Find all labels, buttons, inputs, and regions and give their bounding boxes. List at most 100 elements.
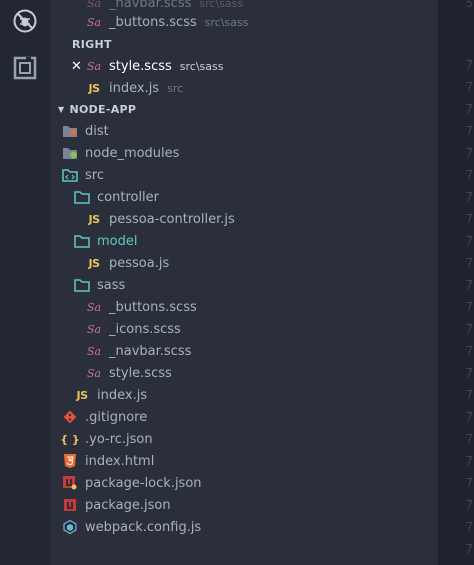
git-icon (62, 409, 78, 425)
npm-icon (62, 497, 78, 513)
tree-item-label: controller (97, 189, 160, 205)
npm-lock-icon (62, 475, 78, 491)
html-icon (62, 453, 78, 469)
line-number: 7 (465, 322, 473, 336)
tree-item[interactable]: Sa _navbar.scss (50, 340, 474, 362)
line-number: 7 (465, 344, 473, 358)
line-number: 7 (465, 58, 473, 72)
line-number: 7 (465, 432, 473, 446)
explorer-panel: Sa _navbar.scss src\sass Sa _buttons.scs… (50, 0, 438, 565)
tree-item-label: _buttons.scss (109, 299, 197, 315)
tree-item-label: index.html (85, 453, 155, 469)
project-header[interactable]: ▼ NODE-APP (50, 98, 446, 120)
tree-item-label: sass (97, 277, 126, 293)
tree-item-label: src (85, 167, 104, 183)
tree-item[interactable]: .gitignore (50, 406, 450, 428)
line-number: 7 (465, 102, 473, 116)
tree-item-label: pessoa-controller.js (109, 211, 235, 227)
tree-item-label: model (97, 233, 138, 249)
tree-item[interactable]: model (50, 230, 462, 252)
tree-item-label: node_modules (85, 145, 180, 161)
tree-item[interactable]: src (50, 164, 450, 186)
tree-item-label: .yo-rc.json (85, 431, 153, 447)
line-number: 7 (465, 168, 473, 182)
line-number: 7 (465, 190, 473, 204)
sass-icon: Sa (86, 322, 102, 336)
line-number: 5 (465, 0, 473, 10)
editor-gutter: 5 7 7 7 7 7 7 7 7 7 7 7 7 7 7 7 7 7 7 7 … (438, 0, 474, 565)
sass-icon: Sa (86, 366, 102, 380)
open-editor-path: src\sass (204, 15, 249, 29)
tree-item-label: _icons.scss (109, 321, 181, 337)
js-icon: JS (88, 256, 100, 270)
line-number: 7 (465, 498, 473, 512)
tree-item[interactable]: JS pessoa-controller.js (50, 208, 474, 230)
line-number: 7 (465, 476, 473, 490)
tree-item[interactable]: Sa _icons.scss (50, 318, 474, 340)
open-editor-label: _buttons.scss (109, 14, 197, 30)
tree-item[interactable]: node_modules (50, 142, 450, 164)
tree-item[interactable]: index.html (50, 450, 450, 472)
tree-item[interactable]: sass (50, 274, 462, 296)
line-number: 7 (465, 300, 473, 314)
line-number: 7 (465, 212, 473, 226)
tree-item-label: dist (85, 123, 109, 139)
line-number: 7 (465, 234, 473, 248)
tree-item-label: pessoa.js (109, 255, 170, 271)
js-icon: JS (76, 388, 88, 402)
folder-node-icon (62, 145, 78, 161)
tree-item-label: index.js (97, 387, 148, 403)
webpack-icon (62, 519, 78, 535)
folder-icon (74, 189, 90, 205)
activity-bar (0, 0, 50, 565)
line-number: 7 (465, 278, 473, 292)
line-number: 7 (465, 80, 473, 94)
folder-dist-icon (62, 123, 78, 139)
open-editor-label: _navbar.scss (109, 0, 192, 11)
tree-item[interactable]: Sa style.scss (50, 362, 474, 384)
open-editor-label: index.js (109, 80, 160, 96)
chevron-down-icon: ▼ (58, 104, 65, 114)
open-editor-item[interactable]: Sa _buttons.scss src\sass (50, 11, 474, 33)
open-editor-item-active[interactable]: ✕ Sa style.scss src\sass (50, 55, 474, 77)
open-editor-path: src\sass (199, 0, 244, 10)
js-icon: JS (88, 212, 100, 226)
line-number: 7 (465, 520, 473, 534)
tree-item[interactable]: webpack.config.js (50, 516, 450, 538)
line-number: 7 (465, 542, 473, 556)
folder-icon (74, 233, 90, 249)
tree-item-label: _navbar.scss (109, 343, 192, 359)
tree-item[interactable]: JS index.js (50, 384, 462, 406)
tree-item-label: .gitignore (85, 409, 148, 425)
folder-icon (74, 277, 90, 293)
line-number: 7 (465, 410, 473, 424)
sass-icon: Sa (86, 0, 102, 10)
sass-icon: Sa (86, 15, 102, 29)
json-icon: { } (60, 432, 80, 446)
tree-item[interactable]: package.json (50, 494, 450, 516)
line-number: 7 (465, 146, 473, 160)
open-editor-path: src\sass (179, 59, 224, 73)
sass-icon: Sa (86, 59, 102, 73)
open-editor-path: src (167, 81, 184, 95)
open-editor-item[interactable]: JS index.js src (50, 77, 474, 99)
line-number: 7 (465, 256, 473, 270)
line-number: 7 (465, 366, 473, 380)
folder-src-icon (62, 167, 78, 183)
tree-item[interactable]: dist (50, 120, 450, 142)
close-icon[interactable]: ✕ (71, 59, 82, 74)
extensions-icon[interactable] (10, 53, 40, 83)
tree-item[interactable]: { } .yo-rc.json (50, 428, 450, 450)
tree-item-label: style.scss (109, 365, 172, 381)
tree-item[interactable]: JS pessoa.js (50, 252, 474, 274)
line-number: 7 (465, 454, 473, 468)
tree-item[interactable]: controller (50, 186, 462, 208)
tree-item[interactable]: package-lock.json (50, 472, 450, 494)
tree-item-label: webpack.config.js (85, 519, 202, 535)
sass-icon: Sa (86, 300, 102, 314)
tree-item[interactable]: Sa _buttons.scss (50, 296, 474, 318)
line-number: 7 (465, 388, 473, 402)
js-icon: JS (88, 81, 100, 95)
debug-icon[interactable] (10, 6, 40, 36)
editor-group-right-header[interactable]: RIGHT (50, 33, 460, 55)
